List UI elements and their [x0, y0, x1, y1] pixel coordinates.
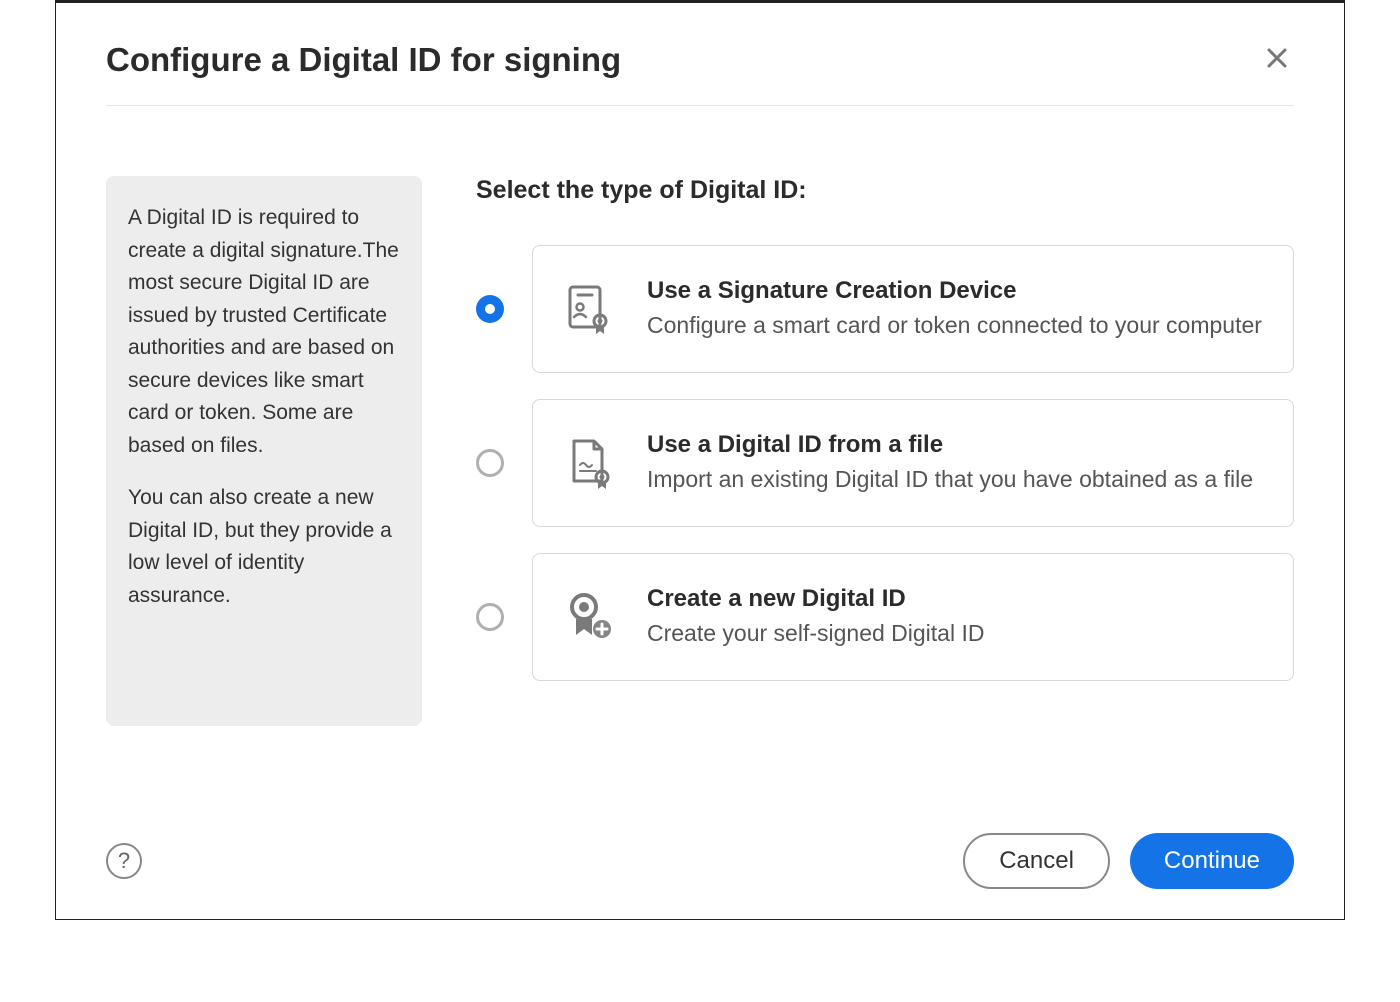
sidebar-paragraph-1: A Digital ID is required to create a dig…	[128, 202, 400, 462]
option-create-new[interactable]: Create a new Digital ID Create your self…	[476, 553, 1294, 681]
close-icon	[1266, 47, 1288, 69]
option-desc-create-new: Create your self-signed Digital ID	[647, 617, 1267, 649]
option-text: Use a Signature Creation Device Configur…	[647, 277, 1267, 341]
option-card-signature-device[interactable]: Use a Signature Creation Device Configur…	[532, 245, 1294, 373]
option-text: Create a new Digital ID Create your self…	[647, 585, 1267, 649]
cancel-button[interactable]: Cancel	[963, 833, 1110, 889]
help-button[interactable]: ?	[106, 843, 142, 879]
dialog-title: Configure a Digital ID for signing	[106, 41, 621, 79]
sidebar-paragraph-2: You can also create a new Digital ID, bu…	[128, 482, 400, 612]
option-card-create-new[interactable]: Create a new Digital ID Create your self…	[532, 553, 1294, 681]
configure-digital-id-dialog: Configure a Digital ID for signing A Dig…	[55, 0, 1345, 920]
continue-button[interactable]: Continue	[1130, 833, 1294, 889]
option-title-from-file: Use a Digital ID from a file	[647, 431, 1267, 459]
footer-buttons: Cancel Continue	[963, 833, 1294, 889]
main-heading: Select the type of Digital ID:	[476, 176, 1294, 205]
file-id-icon	[559, 434, 617, 492]
radio-from-file[interactable]	[476, 449, 504, 477]
option-desc-from-file: Import an existing Digital ID that you h…	[647, 463, 1267, 495]
help-icon: ?	[118, 848, 130, 874]
radio-create-new[interactable]	[476, 603, 504, 631]
create-new-id-icon	[559, 588, 617, 646]
option-desc-signature-device: Configure a smart card or token connecte…	[647, 309, 1267, 341]
signature-device-icon	[559, 280, 617, 338]
radio-signature-device[interactable]	[476, 295, 504, 323]
main-content: Select the type of Digital ID:	[476, 176, 1294, 823]
info-sidebar: A Digital ID is required to create a dig…	[106, 176, 422, 726]
close-button[interactable]	[1260, 41, 1294, 79]
dialog-body: A Digital ID is required to create a dig…	[106, 106, 1294, 823]
option-title-signature-device: Use a Signature Creation Device	[647, 277, 1267, 305]
option-card-from-file[interactable]: Use a Digital ID from a file Import an e…	[532, 399, 1294, 527]
option-from-file[interactable]: Use a Digital ID from a file Import an e…	[476, 399, 1294, 527]
option-signature-device[interactable]: Use a Signature Creation Device Configur…	[476, 245, 1294, 373]
option-title-create-new: Create a new Digital ID	[647, 585, 1267, 613]
dialog-header: Configure a Digital ID for signing	[106, 41, 1294, 106]
option-text: Use a Digital ID from a file Import an e…	[647, 431, 1267, 495]
dialog-footer: ? Cancel Continue	[106, 823, 1294, 889]
